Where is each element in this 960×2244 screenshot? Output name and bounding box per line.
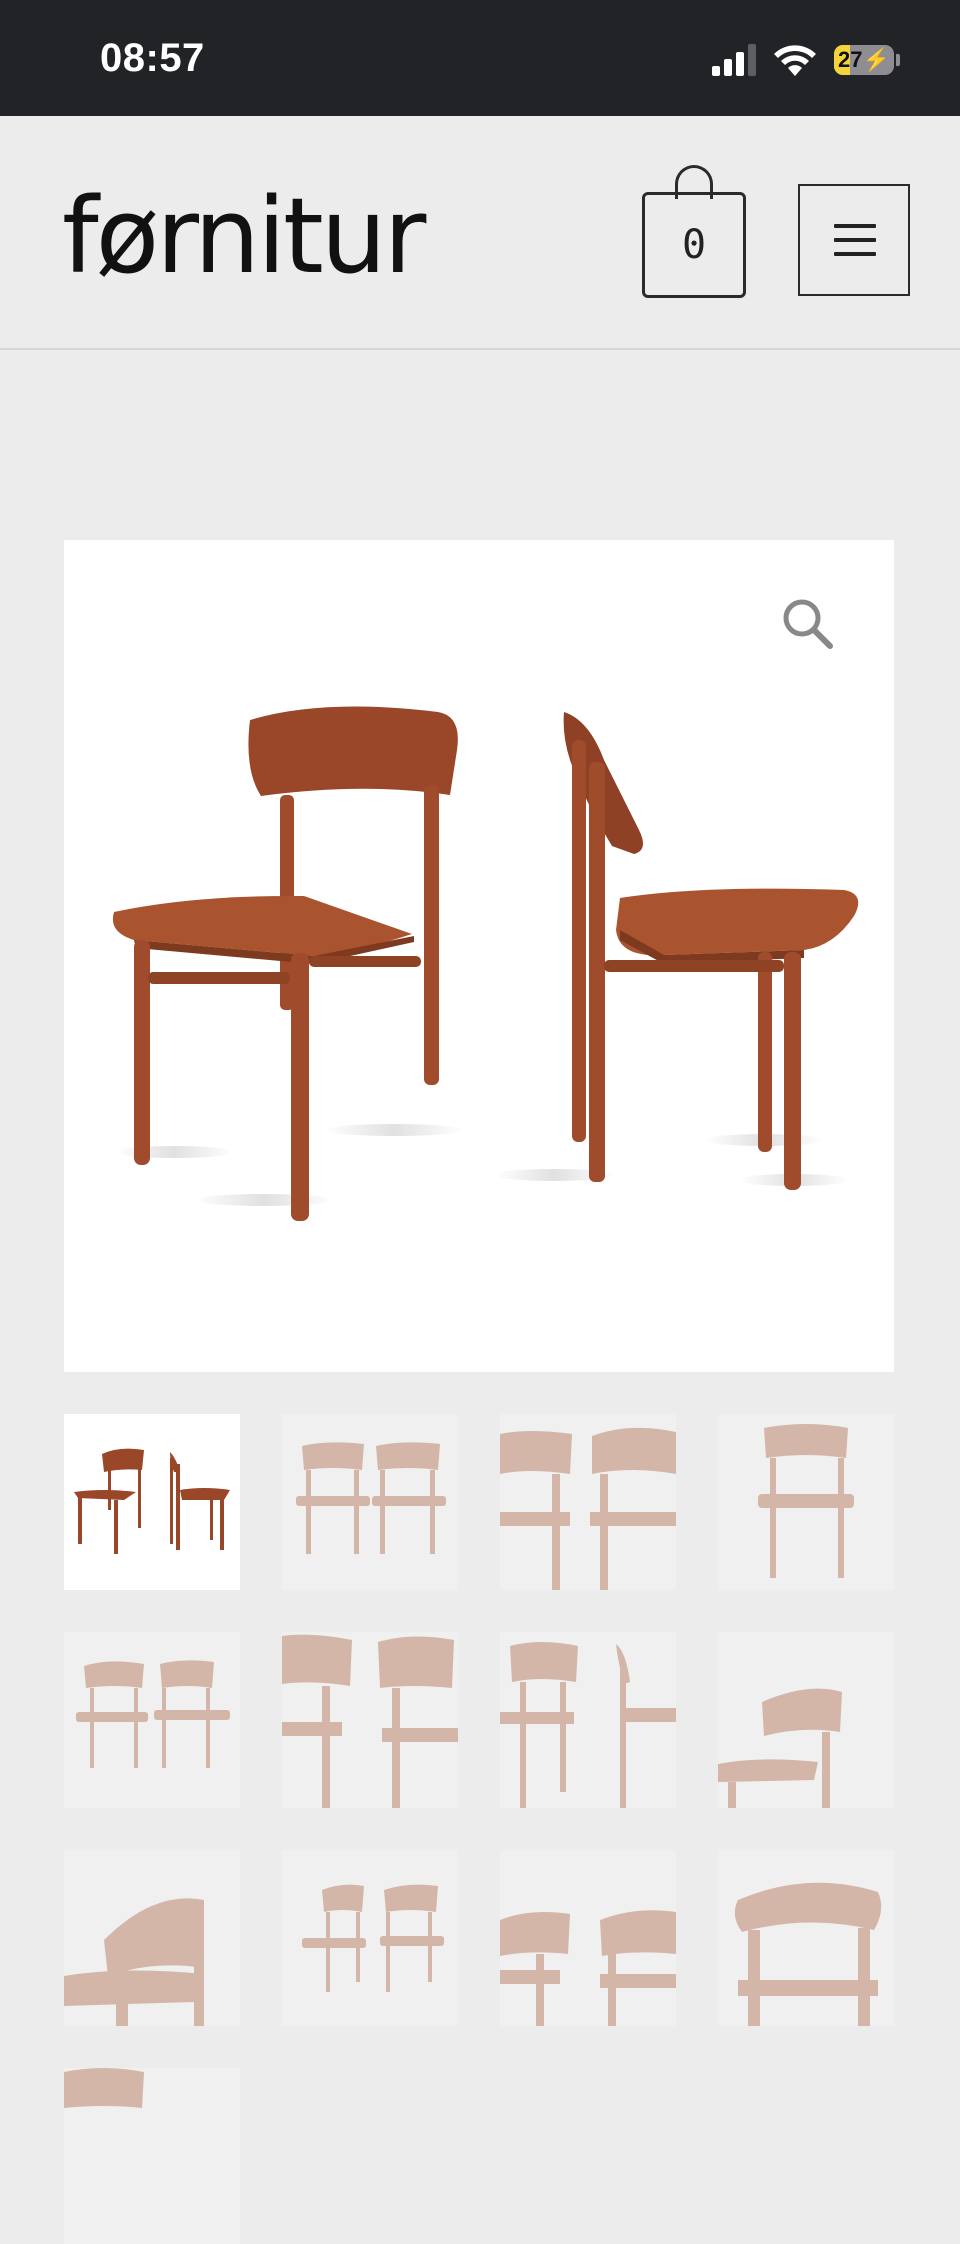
battery-level: 27	[838, 47, 863, 72]
thumbnail-image	[718, 1688, 842, 1808]
thumbnail-4[interactable]	[718, 1414, 894, 1590]
thumbnail-3[interactable]	[500, 1414, 676, 1590]
thumbnail-image	[74, 1448, 230, 1554]
site-logo[interactable]: førnitur	[62, 184, 426, 288]
thumbnail-13[interactable]	[64, 2068, 240, 2244]
thumbnail-image	[500, 1642, 676, 1808]
cart-count: 0	[681, 222, 707, 268]
status-bar: 08:57 27 ⚡	[0, 0, 960, 116]
thumbnail-image	[76, 1660, 230, 1768]
thumbnail-11[interactable]	[500, 1850, 676, 2026]
battery-cap	[896, 54, 900, 66]
signal-icon	[712, 44, 756, 76]
thumbnail-image	[758, 1424, 854, 1578]
thumbnail-image	[64, 1898, 204, 2026]
shopping-bag-icon	[675, 165, 713, 199]
thumbnail-10[interactable]	[282, 1850, 458, 2026]
main-product-image[interactable]	[64, 540, 894, 1372]
thumbnail-2[interactable]	[282, 1414, 458, 1590]
thumbnail-image	[500, 1427, 676, 1590]
thumbnail-image	[282, 1634, 458, 1808]
thumbnail-6[interactable]	[282, 1632, 458, 1808]
thumbnail-image	[64, 2068, 144, 2108]
thumbnail-image	[296, 1442, 446, 1554]
battery-charging-icon: 27 ⚡	[834, 45, 894, 75]
thumbnail-7[interactable]	[500, 1632, 676, 1808]
thumbnail-8[interactable]	[718, 1632, 894, 1808]
magnifier-icon	[783, 599, 833, 649]
thumbnail-12[interactable]	[718, 1850, 894, 2026]
zoom-button[interactable]	[780, 596, 836, 652]
status-time: 08:57	[100, 36, 205, 80]
thumbnail-5[interactable]	[64, 1632, 240, 1808]
thumbnail-image	[734, 1882, 882, 2026]
status-icons: 27 ⚡	[712, 44, 900, 76]
hamburger-menu-icon	[834, 224, 876, 266]
cart-button[interactable]: 0	[642, 165, 746, 298]
charging-bolt-icon: ⚡	[862, 47, 890, 72]
thumbnail-9[interactable]	[64, 1850, 240, 2026]
thumbnail-image	[500, 1910, 676, 2026]
thumbnail-1[interactable]	[64, 1414, 240, 1590]
product-image-two-chairs	[112, 706, 859, 1221]
thumbnail-image	[302, 1884, 444, 1992]
menu-button[interactable]	[798, 184, 910, 296]
site-header: førnitur 0	[0, 116, 960, 350]
wifi-icon	[774, 45, 816, 76]
